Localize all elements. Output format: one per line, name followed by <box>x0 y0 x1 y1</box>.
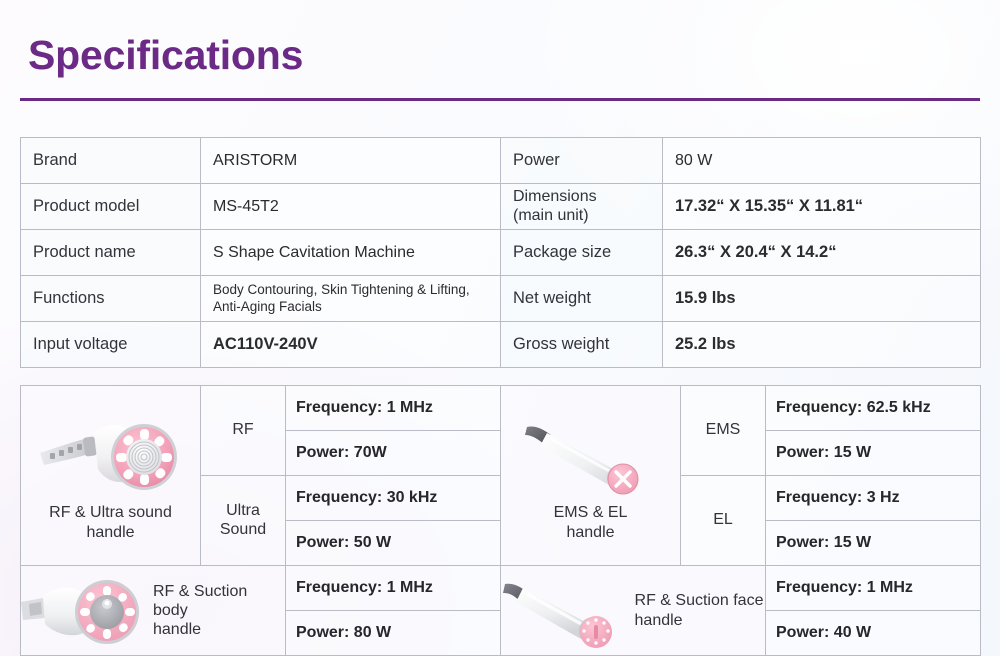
ems-el-handle-image <box>521 409 661 501</box>
mode-label-ultrasound: Ultra Sound <box>200 475 286 566</box>
rf-suction-body-caption-line1: RF & Suction body <box>153 582 248 619</box>
specifications-table: Brand ARISTORM Power 80 W Product model … <box>20 137 981 368</box>
title-divider <box>20 98 980 101</box>
rf-ultrasound-caption-line1: RF & Ultra sound <box>49 504 172 522</box>
mode-label-ems: EMS <box>680 385 766 476</box>
spec-value-functions-line2: Anti-Aging Facials <box>213 298 322 314</box>
spec-key-net-weight: Net weight <box>500 275 663 322</box>
specifications-page: Specifications Brand ARISTORM Power 80 W… <box>0 0 1000 656</box>
table-row: RF & Ultra sound handle RF Frequency: 1 … <box>20 385 981 566</box>
table-row: Functions Body Contouring, Skin Tighteni… <box>20 275 981 322</box>
spec-key-dimensions-line2: (main unit) <box>513 206 589 224</box>
mode-label-el: EL <box>680 475 766 566</box>
rf-frequency-text: Frequency: 1 MHz <box>296 399 433 416</box>
ems-power-value: Power: 15 W <box>765 430 981 476</box>
spec-value-net-weight: 15.9 lbs <box>662 275 981 322</box>
rf-suction-body-handle-image <box>21 574 149 648</box>
spec-value-product-model: MS-45T2 <box>200 183 501 230</box>
mode-label-el-text: EL <box>713 511 733 529</box>
ems-frequency-value: Frequency: 62.5 kHz <box>765 385 981 431</box>
rf-suction-face-handle-image <box>502 574 631 648</box>
ems-el-handle-cell: EMS & EL handle <box>500 385 681 566</box>
table-row: Product name S Shape Cavitation Machine … <box>20 229 981 276</box>
rf-suction-body-handle-cell: RF & Suction body handle <box>20 565 286 656</box>
spec-value-dimensions: 17.32“ X 15.35“ X 11.81“ <box>662 183 981 230</box>
rf-power-value: Power: 70W <box>285 430 501 476</box>
spec-key-gross-weight: Gross weight <box>500 321 663 368</box>
mode-label-ultrasound-line2: Sound <box>219 520 267 538</box>
spec-value-power: 80 W <box>662 137 981 184</box>
rf-suction-body-caption-line2: handle <box>153 621 202 639</box>
rf-suction-face-frequency-text: Frequency: 1 MHz <box>776 579 913 596</box>
ems-el-caption-line2: handle <box>566 523 615 541</box>
spec-key-input-voltage: Input voltage <box>20 321 201 368</box>
rf-suction-face-power-value: Power: 40 W <box>765 610 981 656</box>
spec-key-product-name: Product name <box>20 229 201 276</box>
el-power-text: Power: 15 W <box>776 534 872 551</box>
spec-value-product-name: S Shape Cavitation Machine <box>200 229 501 276</box>
spec-value-functions: Body Contouring, Skin Tightening & Lifti… <box>200 275 501 322</box>
rf-suction-body-power-text: Power: 80 W <box>296 624 392 641</box>
ultrasound-power-text: Power: 50 W <box>296 534 392 551</box>
spec-key-brand: Brand <box>20 137 201 184</box>
rf-suction-body-power-value: Power: 80 W <box>285 610 501 656</box>
ultrasound-power-value: Power: 50 W <box>285 520 501 566</box>
mode-label-ems-text: EMS <box>705 421 741 439</box>
rf-suction-face-frequency-value: Frequency: 1 MHz <box>765 565 981 611</box>
el-frequency-text: Frequency: 3 Hz <box>776 489 900 506</box>
rf-ultrasound-handle-image <box>36 409 186 501</box>
spec-value-package-size: 26.3“ X 20.4“ X 14.2“ <box>662 229 981 276</box>
spec-value-functions-line1: Body Contouring, Skin Tightening & Lifti… <box>213 281 470 297</box>
table-row: Product model MS-45T2 Dimensions (main u… <box>20 183 981 230</box>
rf-suction-face-handle-caption: RF & Suction face handle <box>635 591 764 629</box>
mode-label-rf-text: RF <box>232 421 254 439</box>
rf-suction-face-caption-line2: handle <box>634 611 683 629</box>
table-row: RF & Suction body handle Frequency: 1 MH… <box>20 565 981 656</box>
page-title: Specifications <box>28 32 304 78</box>
spec-value-gross-weight: 25.2 lbs <box>662 321 981 368</box>
spec-value-brand: ARISTORM <box>200 137 501 184</box>
spec-key-package-size: Package size <box>500 229 663 276</box>
rf-ultrasound-handle-caption: RF & Ultra sound handle <box>49 503 172 541</box>
mode-label-ultrasound-line1: Ultra <box>226 501 260 519</box>
spec-key-functions: Functions <box>20 275 201 322</box>
rf-suction-body-frequency-text: Frequency: 1 MHz <box>296 579 433 596</box>
rf-frequency-value: Frequency: 1 MHz <box>285 385 501 431</box>
spec-value-input-voltage: AC110V-240V <box>200 321 501 368</box>
ultrasound-frequency-value: Frequency: 30 kHz <box>285 475 501 521</box>
ultrasound-frequency-text: Frequency: 30 kHz <box>296 489 438 506</box>
ems-frequency-text: Frequency: 62.5 kHz <box>776 399 931 416</box>
spec-key-dimensions: Dimensions (main unit) <box>500 183 663 230</box>
rf-ultrasound-caption-line2: handle <box>86 523 135 541</box>
rf-suction-face-power-text: Power: 40 W <box>776 624 872 641</box>
ems-el-handle-caption: EMS & EL handle <box>554 503 628 541</box>
el-power-value: Power: 15 W <box>765 520 981 566</box>
ems-el-caption-line1: EMS & EL <box>553 504 628 522</box>
el-frequency-value: Frequency: 3 Hz <box>765 475 981 521</box>
rf-ultrasound-handle-cell: RF & Ultra sound handle <box>20 385 201 566</box>
handles-table: RF & Ultra sound handle RF Frequency: 1 … <box>20 385 981 656</box>
mode-label-rf: RF <box>200 385 286 476</box>
rf-suction-face-caption-line1: RF & Suction face <box>634 592 764 610</box>
spec-key-power: Power <box>500 137 663 184</box>
table-row: Brand ARISTORM Power 80 W <box>20 137 981 184</box>
table-row: Input voltage AC110V-240V Gross weight 2… <box>20 321 981 368</box>
spec-key-dimensions-line1: Dimensions <box>513 187 597 205</box>
rf-power-text: Power: 70W <box>296 444 387 461</box>
rf-suction-face-handle-cell: RF & Suction face handle <box>500 565 766 656</box>
rf-suction-body-handle-caption: RF & Suction body handle <box>153 582 285 640</box>
ems-power-text: Power: 15 W <box>776 444 872 461</box>
rf-suction-body-frequency-value: Frequency: 1 MHz <box>285 565 501 611</box>
spec-key-product-model: Product model <box>20 183 201 230</box>
